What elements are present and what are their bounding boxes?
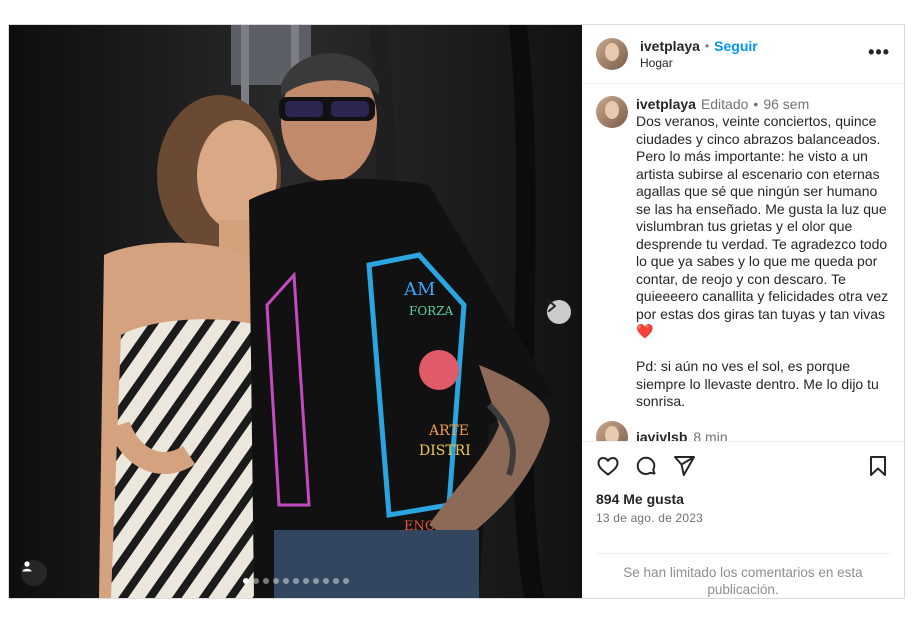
svg-text:AM: AM [403,279,435,300]
paper-plane-icon [674,456,695,477]
post-location[interactable]: Hogar [640,56,758,70]
post-media[interactable]: AM FORZA ARTE DISTRI ENQUIR [9,25,582,598]
commenter-username[interactable]: javivlsb [636,429,687,441]
carousel-dot [242,578,249,584]
svg-text:FORZA: FORZA [409,304,454,318]
comment-bubble-icon [636,457,656,476]
action-bar [582,442,904,491]
likes-count[interactable]: 894 Me gusta [582,491,904,507]
comments-limited-notice: Se han limitado los comentarios en esta … [596,552,890,598]
carousel-indicator [9,578,582,584]
carousel-dot [252,578,259,584]
more-options-button[interactable]: ••• [868,43,890,61]
save-button[interactable] [866,454,890,478]
chevron-right-icon [548,300,556,312]
header-separator: • [704,38,710,53]
share-button[interactable] [672,454,696,478]
carousel-dot [322,578,329,584]
carousel-next-button[interactable] [547,300,571,324]
carousel-dot [332,578,339,584]
post-sidebar: ivetplaya • Seguir Hogar ••• ivetplaya E… [582,25,904,598]
post-dialog: AM FORZA ARTE DISTRI ENQUIR [8,24,905,599]
comment-item: javivlsb 8 min [596,420,890,442]
red-heart-emoji: ❤️ [636,323,654,340]
comment-button[interactable] [634,454,658,478]
comments-list[interactable]: ivetplaya Editado • 96 sem Dos veranos, … [582,84,904,442]
heart-outline-icon [597,457,619,476]
author-username[interactable]: ivetplaya [640,38,700,54]
svg-text:DISTRI: DISTRI [419,443,471,459]
post-header: ivetplaya • Seguir Hogar ••• [582,25,904,84]
caption-avatar[interactable] [596,95,628,128]
like-button[interactable] [596,454,620,478]
caption-age: 96 sem [763,95,810,112]
carousel-dot [272,578,279,584]
carousel-dot [302,578,309,584]
carousel-dot [282,578,289,584]
follow-button[interactable]: Seguir [714,38,758,54]
comment-age: 8 min [693,428,728,442]
commenter-avatar[interactable] [596,420,628,441]
user-tag-icon [22,561,32,572]
post-photo: AM FORZA ARTE DISTRI ENQUIR [9,25,582,598]
caption-text-part1: Dos veranos, veinte conciertos, quince c… [636,113,893,322]
carousel-dot [292,578,299,584]
post-date[interactable]: 13 de ago. de 2023 [582,507,904,525]
caption-text-part2: Pd: si aún no ves el sol, es porque siem… [636,358,883,410]
carousel-dot [262,578,269,584]
author-avatar[interactable] [596,37,628,70]
carousel-dot [342,578,349,584]
caption-separator: • [753,95,759,112]
caption-username[interactable]: ivetplaya [636,96,696,114]
bookmark-icon [870,456,886,477]
caption-text: Dos veranos, veinte conciertos, quince c… [636,113,890,411]
carousel-dot [312,578,319,584]
caption-comment: ivetplaya Editado • 96 sem Dos veranos, … [596,95,890,411]
edited-label: Editado [700,95,749,112]
svg-text:ARTE: ARTE [428,423,469,439]
